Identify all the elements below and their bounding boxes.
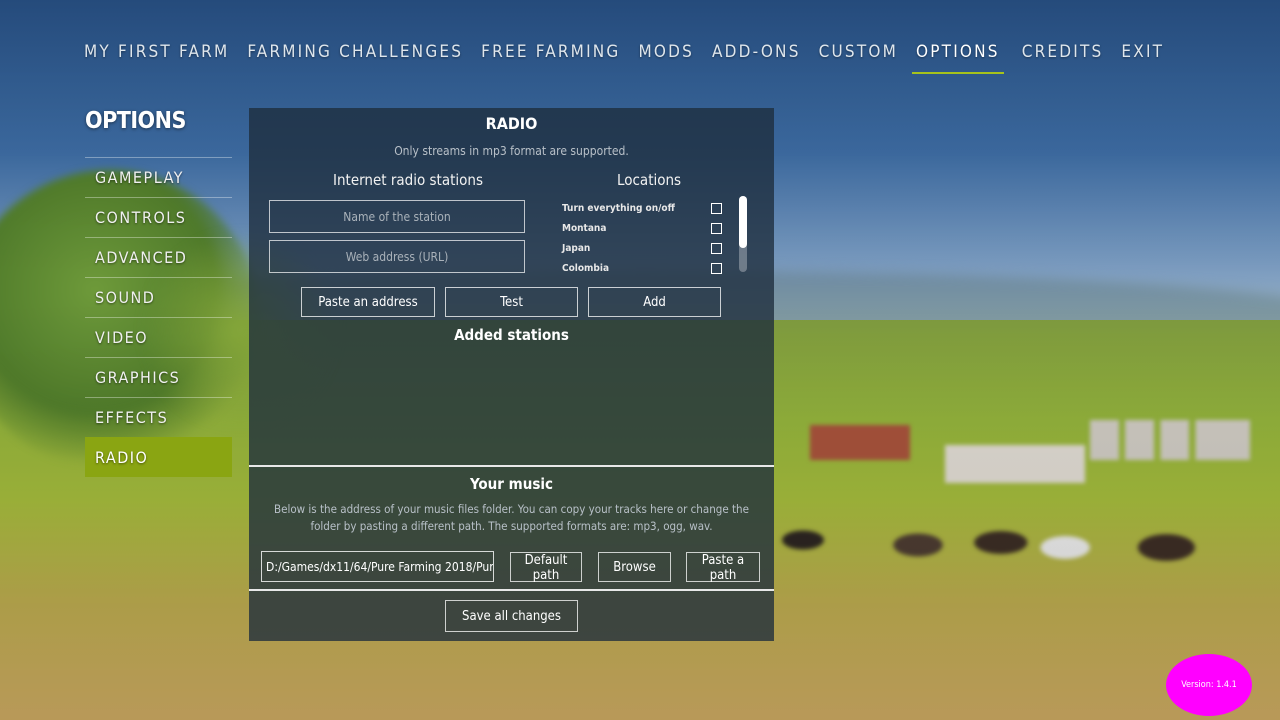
location-label: Colombia xyxy=(562,262,610,274)
location-checkbox[interactable] xyxy=(711,262,722,274)
location-label: Turn everything on/off xyxy=(562,202,675,214)
sidebar-item-sound[interactable]: SOUND xyxy=(85,277,232,317)
location-row: Turn everything on/off xyxy=(562,198,722,218)
nav-add-ons[interactable]: ADD-ONS xyxy=(712,40,801,74)
added-stations-title: Added stations xyxy=(454,326,569,344)
nav-credits[interactable]: CREDITS xyxy=(1022,40,1104,74)
main-menu-nav: MY FIRST FARM FARMING CHALLENGES FREE FA… xyxy=(84,40,1182,74)
stations-header: Internet radio stations xyxy=(333,171,483,189)
sidebar-item-gameplay[interactable]: GAMEPLAY xyxy=(85,157,232,197)
location-checkbox[interactable] xyxy=(711,202,722,214)
nav-my-first-farm[interactable]: MY FIRST FARM xyxy=(84,40,229,74)
radio-format-note: Only streams in mp3 format are supported… xyxy=(394,144,629,158)
your-music-description: Below is the address of your music files… xyxy=(274,502,749,533)
nav-options[interactable]: OPTIONS xyxy=(912,40,1004,74)
locations-list: Turn everything on/off Montana Japan Col… xyxy=(562,198,722,278)
locations-header: Locations xyxy=(617,171,682,189)
location-row: Japan xyxy=(562,238,722,258)
paste-address-button[interactable]: Paste an address xyxy=(301,287,435,317)
options-sidebar: GAMEPLAY CONTROLS ADVANCED SOUND VIDEO G… xyxy=(85,157,232,477)
radio-title: RADIO xyxy=(485,114,538,133)
section-divider xyxy=(249,465,774,467)
version-badge: Version: 1.4.1 xyxy=(1166,654,1252,716)
nav-custom[interactable]: CUSTOM xyxy=(819,40,898,74)
nav-exit[interactable]: EXIT xyxy=(1121,40,1164,74)
sidebar-item-graphics[interactable]: GRAPHICS xyxy=(85,357,232,397)
sidebar-item-radio[interactable]: RADIO xyxy=(85,437,232,477)
location-checkbox[interactable] xyxy=(711,222,722,234)
options-title: OPTIONS xyxy=(85,108,186,134)
location-label: Japan xyxy=(562,242,591,254)
station-url-input[interactable] xyxy=(269,240,525,273)
nav-free-farming[interactable]: FREE FARMING xyxy=(481,40,620,74)
browse-button[interactable]: Browse xyxy=(598,552,671,582)
nav-farming-challenges[interactable]: FARMING CHALLENGES xyxy=(247,40,463,74)
nav-mods[interactable]: MODS xyxy=(638,40,694,74)
music-path-field[interactable] xyxy=(261,551,494,582)
station-name-input[interactable] xyxy=(269,200,525,233)
add-station-button[interactable]: Add xyxy=(588,287,721,317)
save-all-changes-button[interactable]: Save all changes xyxy=(445,600,578,632)
location-checkbox[interactable] xyxy=(711,242,722,254)
paste-path-button[interactable]: Paste a path xyxy=(686,552,760,583)
scrollbar-thumb[interactable] xyxy=(739,196,747,248)
sidebar-item-video[interactable]: VIDEO xyxy=(85,317,232,357)
location-row: Montana xyxy=(562,218,722,238)
locations-scrollbar[interactable] xyxy=(739,196,747,272)
default-path-button[interactable]: Default path xyxy=(510,552,582,583)
sidebar-item-effects[interactable]: EFFECTS xyxy=(85,397,232,437)
sidebar-item-advanced[interactable]: ADVANCED xyxy=(85,237,232,277)
location-label: Montana xyxy=(562,222,607,234)
test-button[interactable]: Test xyxy=(445,287,578,317)
sidebar-item-controls[interactable]: CONTROLS xyxy=(85,197,232,237)
radio-settings-panel: RADIO Only streams in mp3 format are sup… xyxy=(249,108,774,641)
location-row: Colombia xyxy=(562,258,722,278)
your-music-title: Your music xyxy=(470,475,553,493)
section-divider xyxy=(249,589,774,591)
